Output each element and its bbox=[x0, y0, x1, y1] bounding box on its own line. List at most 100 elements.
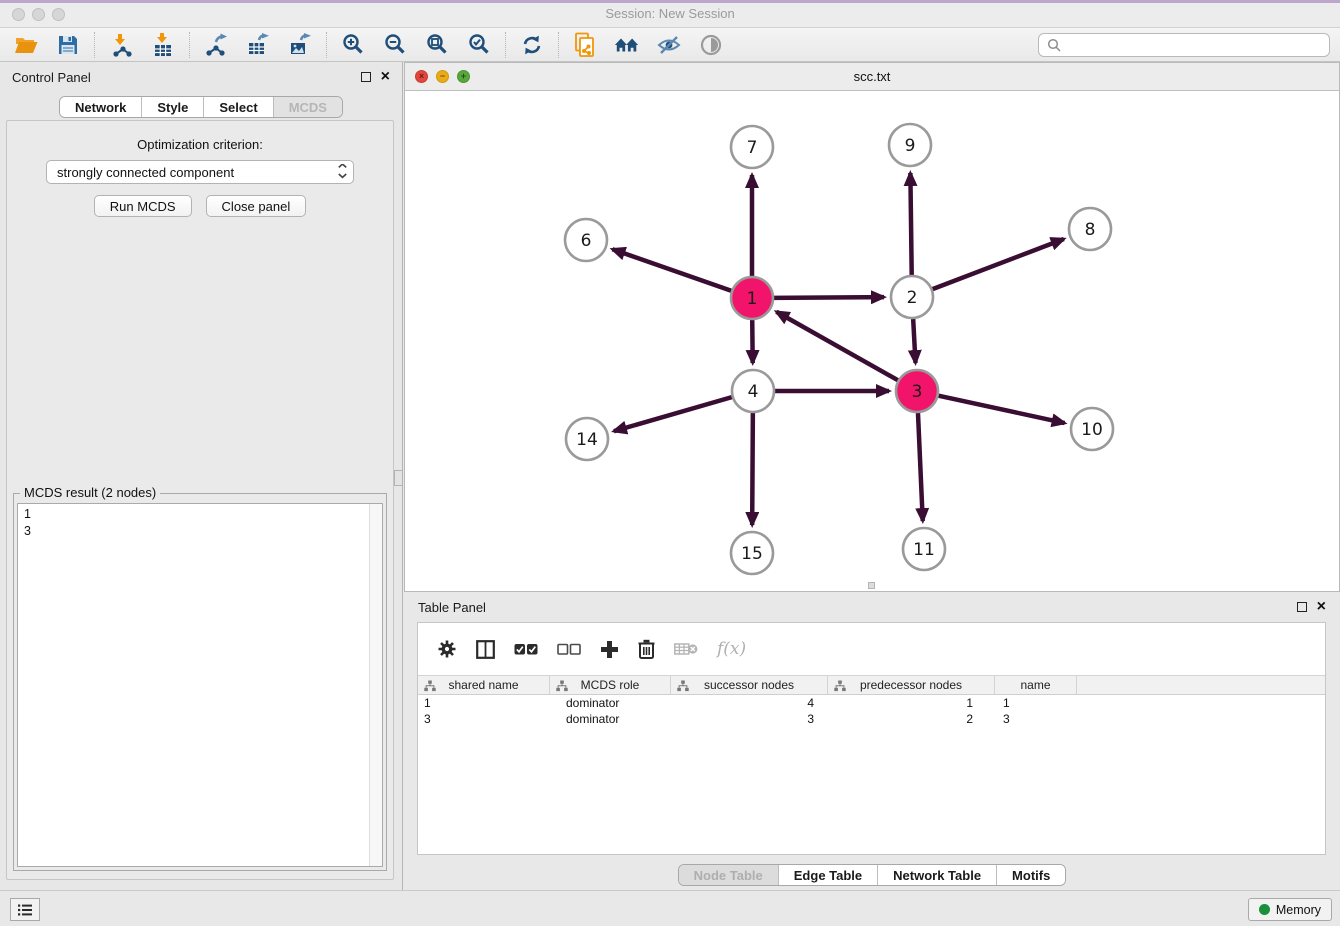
edge-2-3[interactable] bbox=[913, 319, 915, 363]
refresh-layout-icon[interactable] bbox=[519, 32, 545, 58]
network-close-icon[interactable]: × bbox=[415, 70, 428, 83]
column-header-shared-name[interactable]: shared name bbox=[418, 676, 550, 694]
hide-eye-icon[interactable] bbox=[656, 32, 682, 58]
tab-network[interactable]: Network bbox=[60, 97, 141, 117]
close-table-panel-icon[interactable]: × bbox=[1317, 602, 1326, 612]
deselect-all-checkboxes-icon[interactable] bbox=[557, 643, 581, 656]
tab-style[interactable]: Style bbox=[141, 97, 203, 117]
close-panel-icon[interactable]: × bbox=[381, 72, 390, 82]
column-header-name[interactable]: name bbox=[995, 676, 1077, 694]
edge-3-10[interactable] bbox=[938, 396, 1064, 423]
export-network-icon[interactable] bbox=[203, 32, 229, 58]
search-input[interactable] bbox=[1067, 37, 1321, 52]
dropdown-arrows-icon bbox=[338, 164, 347, 181]
tab-network-table[interactable]: Network Table bbox=[877, 865, 996, 885]
close-panel-button[interactable]: Close panel bbox=[206, 195, 307, 217]
select-all-checkboxes-icon[interactable] bbox=[514, 643, 538, 656]
network-view-window: × − + scc.txt 1234678910111415 bbox=[404, 62, 1340, 592]
run-mcds-button[interactable]: Run MCDS bbox=[94, 195, 192, 217]
zoom-selected-icon[interactable] bbox=[466, 32, 492, 58]
node-label-2: 2 bbox=[907, 288, 918, 308]
float-table-panel-icon[interactable] bbox=[1297, 602, 1307, 612]
edge-1-2[interactable] bbox=[774, 297, 884, 298]
open-session-icon[interactable] bbox=[13, 32, 39, 58]
node-label-7: 7 bbox=[747, 138, 758, 158]
tab-node-table[interactable]: Node Table bbox=[679, 865, 778, 885]
import-network-icon[interactable] bbox=[108, 32, 134, 58]
edge-3-11[interactable] bbox=[918, 413, 923, 521]
mcds-result-line: 1 bbox=[24, 506, 362, 523]
tab-edge-table[interactable]: Edge Table bbox=[778, 865, 877, 885]
criterion-dropdown-value: strongly connected component bbox=[57, 165, 234, 180]
table-panel-title: Table Panel bbox=[418, 600, 486, 615]
table-row[interactable]: 3 dominator 3 2 3 bbox=[418, 711, 1325, 727]
hierarchy-icon bbox=[677, 680, 689, 692]
zoom-fit-icon[interactable] bbox=[424, 32, 450, 58]
add-column-icon[interactable] bbox=[600, 640, 619, 659]
delete-column-icon[interactable] bbox=[638, 639, 655, 659]
edge-2-9[interactable] bbox=[910, 173, 911, 275]
edge-1-6[interactable] bbox=[612, 249, 731, 291]
clone-network-icon[interactable] bbox=[572, 32, 598, 58]
window-title: Session: New Session bbox=[0, 6, 1340, 21]
network-graph[interactable]: 1234678910111415 bbox=[405, 91, 1339, 591]
tab-mcds[interactable]: MCDS bbox=[273, 97, 342, 117]
network-canvas[interactable]: 1234678910111415 bbox=[405, 91, 1339, 591]
search-field[interactable] bbox=[1038, 33, 1330, 57]
delete-table-icon[interactable] bbox=[674, 641, 698, 657]
node-label-14: 14 bbox=[576, 430, 598, 450]
hierarchy-icon bbox=[834, 680, 846, 692]
mcds-result-line: 3 bbox=[24, 523, 362, 540]
show-eye-icon[interactable] bbox=[698, 32, 724, 58]
column-header-predecessor-nodes[interactable]: predecessor nodes bbox=[828, 676, 995, 694]
import-table-icon[interactable] bbox=[150, 32, 176, 58]
zoom-out-icon[interactable] bbox=[382, 32, 408, 58]
node-label-15: 15 bbox=[741, 544, 763, 564]
home-houses-icon[interactable] bbox=[614, 32, 640, 58]
node-label-8: 8 bbox=[1085, 220, 1096, 240]
table-panel: Table Panel × bbox=[404, 592, 1340, 890]
column-header-mcds-role[interactable]: MCDS role bbox=[550, 676, 671, 694]
hierarchy-icon bbox=[556, 680, 568, 692]
mcds-panel: Optimization criterion: strongly connect… bbox=[6, 120, 394, 880]
search-icon bbox=[1047, 38, 1061, 52]
zoom-in-icon[interactable] bbox=[340, 32, 366, 58]
edge-2-8[interactable] bbox=[933, 239, 1064, 289]
edge-3-1[interactable] bbox=[776, 312, 897, 380]
memory-button[interactable]: Memory bbox=[1248, 898, 1332, 921]
tab-select[interactable]: Select bbox=[203, 97, 272, 117]
memory-label: Memory bbox=[1276, 903, 1321, 917]
column-header-successor-nodes[interactable]: successor nodes bbox=[671, 676, 828, 694]
float-panel-icon[interactable] bbox=[361, 72, 371, 82]
export-table-icon[interactable] bbox=[245, 32, 271, 58]
criterion-dropdown[interactable]: strongly connected component bbox=[46, 160, 354, 184]
node-label-3: 3 bbox=[912, 382, 923, 402]
control-panel-title: Control Panel bbox=[12, 70, 91, 85]
hierarchy-icon bbox=[424, 680, 436, 692]
node-label-6: 6 bbox=[581, 231, 592, 251]
network-maximize-icon[interactable]: + bbox=[457, 70, 470, 83]
app-titlebar: Session: New Session bbox=[0, 0, 1340, 28]
settings-gear-icon[interactable] bbox=[437, 639, 457, 659]
tab-motifs[interactable]: Motifs bbox=[996, 865, 1065, 885]
node-label-9: 9 bbox=[905, 136, 916, 156]
list-icon bbox=[17, 903, 33, 917]
splitter-handle[interactable] bbox=[394, 470, 403, 486]
node-label-11: 11 bbox=[913, 540, 935, 560]
export-image-icon[interactable] bbox=[287, 32, 313, 58]
table-row[interactable]: 1 dominator 4 1 1 bbox=[418, 695, 1325, 711]
node-table-container: f(x) shared name MCDS role successor nod… bbox=[417, 622, 1326, 855]
node-label-4: 4 bbox=[748, 382, 759, 402]
network-minimize-icon[interactable]: − bbox=[436, 70, 449, 83]
show-column-icon[interactable] bbox=[476, 640, 495, 659]
node-label-1: 1 bbox=[747, 289, 758, 309]
task-history-button[interactable] bbox=[10, 898, 40, 921]
edge-4-15[interactable] bbox=[752, 413, 753, 525]
canvas-grip-handle[interactable] bbox=[868, 582, 875, 589]
save-session-icon[interactable] bbox=[55, 32, 81, 58]
memory-status-icon bbox=[1259, 904, 1270, 915]
edge-4-14[interactable] bbox=[614, 397, 732, 431]
result-scrollbar[interactable] bbox=[369, 504, 382, 866]
function-builder-icon[interactable]: f(x) bbox=[717, 639, 746, 659]
optimization-criterion-label: Optimization criterion: bbox=[7, 137, 393, 152]
